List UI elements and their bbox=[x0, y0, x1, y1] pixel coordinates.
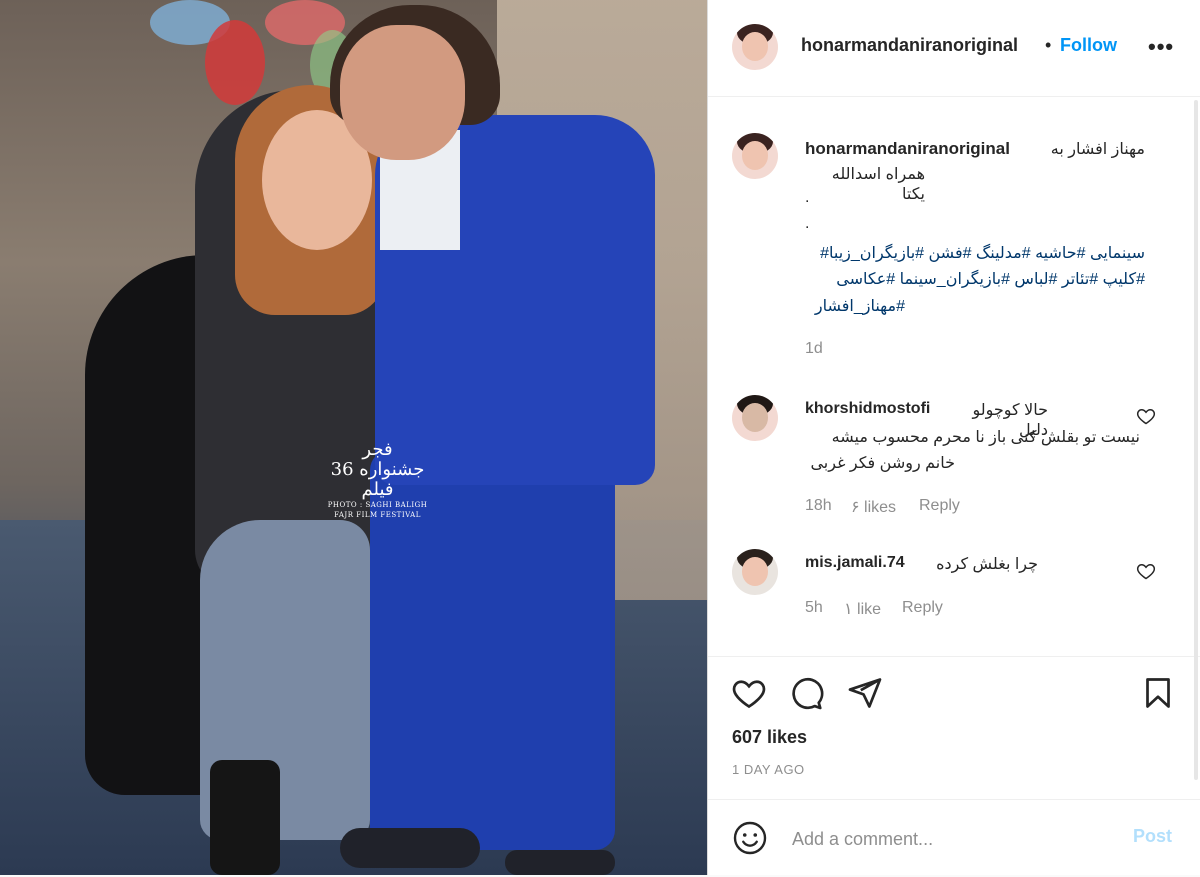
post-side-panel: honarmandaniranoriginal • Follow ••• hon… bbox=[707, 0, 1200, 875]
commenter-avatar[interactable] bbox=[732, 549, 778, 595]
emoji-icon[interactable] bbox=[732, 820, 768, 856]
reply-button[interactable]: Reply bbox=[919, 497, 960, 515]
heart-icon[interactable] bbox=[731, 675, 767, 711]
caption-hashtags[interactable]: #مهناز_افشار bbox=[805, 296, 905, 316]
caption-dot: . bbox=[805, 215, 810, 232]
comment-time[interactable]: 18h bbox=[805, 497, 832, 515]
add-comment-bar: Post bbox=[708, 799, 1200, 877]
post-comment-button[interactable]: Post bbox=[1133, 826, 1172, 847]
caption-dot: . bbox=[805, 189, 810, 206]
watermark-credit: PHOTO : SAGHI BALIGH bbox=[327, 501, 428, 509]
follow-button[interactable]: Follow bbox=[1060, 35, 1117, 56]
comments-list[interactable]: honarmandaniranoriginal مهناز افشار به ه… bbox=[708, 97, 1200, 656]
bookmark-icon[interactable] bbox=[1140, 675, 1176, 711]
comment-text: خانم روشن فکر غربی bbox=[810, 455, 955, 472]
comment-time[interactable]: 5h bbox=[805, 599, 823, 617]
commenter-username[interactable]: mis.jamali.74 bbox=[805, 554, 905, 572]
caption-text: مهناز افشار به bbox=[1050, 141, 1145, 158]
comment-text: چرا بغلش کرده bbox=[936, 556, 1038, 573]
commenter-username[interactable]: khorshidmostofi bbox=[805, 400, 930, 418]
post-header: honarmandaniranoriginal • Follow ••• bbox=[708, 0, 1200, 97]
author-username[interactable]: honarmandaniranoriginal bbox=[801, 35, 1018, 56]
woman-boot bbox=[210, 760, 280, 875]
comment-icon[interactable] bbox=[788, 675, 824, 711]
comment-input[interactable] bbox=[790, 824, 1104, 854]
post-photo[interactable]: فجر جشنواره 36 فیلم PHOTO : SAGHI BALIGH… bbox=[0, 0, 707, 875]
caption-avatar[interactable] bbox=[732, 133, 778, 179]
watermark-line: جشنواره 36 bbox=[330, 459, 425, 480]
separator-dot: • bbox=[1045, 35, 1052, 55]
post-actions: 607 likes 1 DAY AGO Post bbox=[708, 656, 1200, 876]
caption-hashtags[interactable]: #کلیپ #تئاتر #لباس #بازیگران_سینما #عکاس… bbox=[805, 269, 1145, 289]
man-face bbox=[340, 25, 465, 160]
reply-button[interactable]: Reply bbox=[902, 599, 943, 617]
man-shoe bbox=[505, 850, 615, 875]
scrollbar[interactable] bbox=[1194, 100, 1198, 780]
festival-watermark: فجر جشنواره 36 فیلم PHOTO : SAGHI BALIGH… bbox=[320, 440, 435, 520]
likes-count[interactable]: 607 likes bbox=[732, 727, 807, 748]
watermark-line: فیلم bbox=[361, 479, 394, 500]
comment-text: نیست تو بقلش کنی باز نا محرم محسوب میشه bbox=[831, 429, 1140, 446]
author-avatar[interactable] bbox=[732, 24, 778, 70]
like-comment-heart-icon[interactable] bbox=[1136, 561, 1156, 581]
paper-plane-icon[interactable] bbox=[847, 675, 883, 711]
watermark-line: فجر bbox=[362, 439, 393, 460]
man-shoe bbox=[340, 828, 480, 868]
watermark-credit: FAJR FILM FESTIVAL bbox=[334, 511, 421, 519]
post-timestamp[interactable]: 1 DAY AGO bbox=[732, 762, 805, 777]
caption-time[interactable]: 1d bbox=[805, 340, 823, 358]
like-comment-heart-icon[interactable] bbox=[1136, 406, 1156, 426]
commenter-avatar[interactable] bbox=[732, 395, 778, 441]
comment-likes[interactable]: ۱ like bbox=[844, 599, 881, 619]
more-options-icon[interactable]: ••• bbox=[1148, 34, 1174, 60]
caption-text: همراه اسدالله یکتا bbox=[831, 166, 925, 203]
comment-likes[interactable]: ۶ likes bbox=[851, 497, 896, 517]
caption-hashtags[interactable]: سینمایی #حاشیه #مدلینگ #فشن #بازیگران_زی… bbox=[805, 243, 1145, 263]
photo-light bbox=[205, 20, 265, 105]
